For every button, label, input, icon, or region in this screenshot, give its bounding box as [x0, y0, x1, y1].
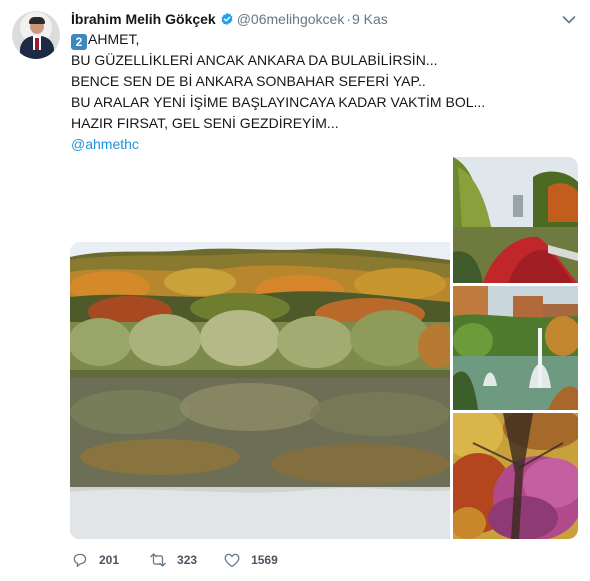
mention-link[interactable]: @ahmethc — [71, 134, 485, 155]
retweet-icon — [150, 553, 166, 567]
tweet-line-1-text: AHMET, — [88, 31, 140, 47]
retweet-button[interactable]: 323 — [149, 551, 197, 569]
verified-badge-icon — [220, 12, 234, 26]
heart-icon — [224, 553, 240, 568]
reply-count: 201 — [99, 553, 120, 567]
chevron-down-icon[interactable] — [562, 12, 576, 24]
tweet-line-3: BENCE SEN DE Bİ ANKARA SONBAHAR SEFERİ Y… — [71, 73, 426, 89]
like-count: 1569 — [251, 553, 278, 567]
photo-fountain[interactable] — [453, 286, 578, 410]
tweet-text: 2 AHMET, BU GÜZELLİKLERİ ANCAK ANKARA DA … — [71, 29, 485, 155]
tweet: İbrahim Melih Gökçek @06melihgokcek · 9 … — [0, 0, 590, 581]
tweet-line-5: HAZIR FIRSAT, GEL SENİ GEZDİREYİM... — [71, 115, 339, 131]
like-button[interactable]: 1569 — [223, 551, 278, 569]
avatar[interactable] — [12, 11, 60, 59]
keycap-two-emoji: 2 — [71, 34, 87, 50]
photo-autumn-lake[interactable] — [70, 242, 450, 539]
author-handle[interactable]: @06melihgokcek — [237, 11, 345, 27]
photo-willow-park[interactable] — [453, 157, 578, 283]
photo-purple-trees[interactable] — [453, 413, 578, 539]
tweet-line-1: 2 AHMET, — [71, 29, 485, 50]
tweet-timestamp[interactable]: 9 Kas — [352, 11, 388, 27]
tweet-header: İbrahim Melih Gökçek @06melihgokcek · 9 … — [71, 10, 388, 28]
display-name[interactable]: İbrahim Melih Gökçek — [71, 11, 216, 27]
reply-button[interactable]: 201 — [71, 551, 119, 569]
media-grid — [70, 157, 578, 539]
tweet-line-4: BU ARALAR YENİ İŞİME BAŞLAYINCAYA KADAR … — [71, 94, 486, 110]
tweet-line-2: BU GÜZELLİKLERİ ANCAK ANKARA DA BULABİLİ… — [71, 52, 438, 68]
avatar-tie — [35, 38, 39, 50]
header-separator: · — [346, 11, 351, 27]
tweet-actions: 201 323 1569 — [71, 550, 304, 570]
reply-icon — [73, 553, 87, 568]
retweet-count: 323 — [177, 553, 198, 567]
avatar-hair — [29, 17, 45, 24]
